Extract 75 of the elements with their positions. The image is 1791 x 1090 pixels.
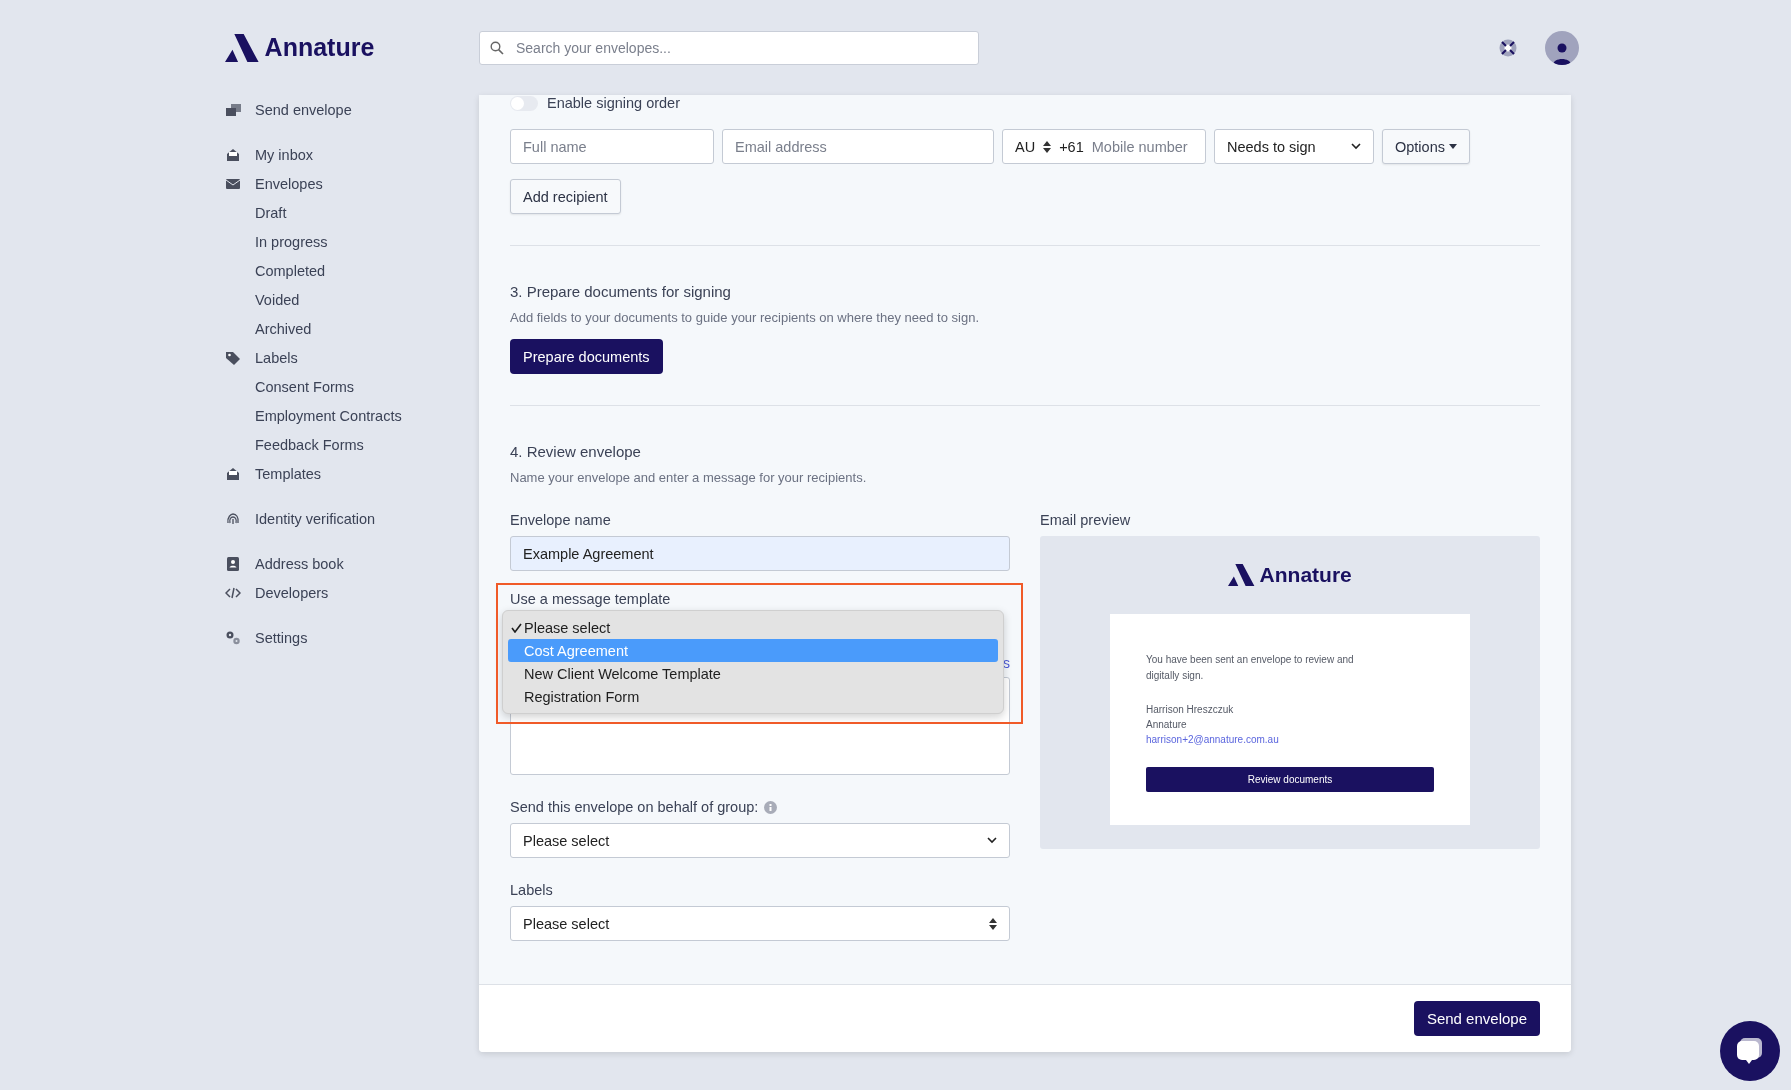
email-field[interactable]: Email address — [722, 129, 994, 164]
sidebar-subitem[interactable]: Draft — [255, 204, 287, 221]
logo-icon — [1228, 564, 1255, 586]
inbox-icon — [225, 465, 241, 482]
link-text[interactable]: s — [1003, 655, 1010, 671]
group-select[interactable]: Please select — [510, 823, 1010, 858]
section-title: 4. Review envelope — [510, 443, 642, 460]
sidebar-item[interactable]: Labels — [255, 349, 298, 366]
sender-organization: Annature — [1146, 718, 1187, 732]
send-envelope-button[interactable]: Send envelope — [1413, 1001, 1540, 1036]
role-select[interactable]: Needs to sign — [1214, 129, 1374, 164]
sidebar-item[interactable]: Envelopes — [255, 175, 323, 192]
inbox-icon — [225, 146, 241, 163]
section-title: 3. Prepare documents for signing — [510, 283, 732, 300]
info-icon — [764, 800, 778, 814]
fingerprint-icon — [225, 510, 241, 527]
field-label: Labels — [510, 882, 553, 898]
field-label: Envelope name — [510, 512, 611, 528]
lifebuoy-icon[interactable] — [1499, 38, 1517, 57]
field-label: Email preview — [1040, 512, 1131, 528]
chevron-down-icon — [987, 837, 997, 844]
sort-arrows-icon — [1043, 140, 1052, 153]
sidebar-subitem[interactable]: Feedback Forms — [255, 436, 364, 453]
mobile-number-input[interactable]: Mobile number — [1091, 138, 1192, 155]
logo-icon — [225, 33, 259, 62]
avatar[interactable] — [1545, 30, 1579, 65]
full-name-field[interactable]: Full name — [510, 129, 714, 164]
sort-arrows-icon — [989, 917, 997, 930]
checkmark-icon — [510, 622, 522, 633]
sidebar-item[interactable]: Send envelope — [255, 101, 352, 118]
brand-name: Annature — [1259, 563, 1352, 587]
sidebar-item[interactable]: Developers — [255, 584, 329, 601]
sidebar-subitem[interactable]: Consent Forms — [255, 378, 355, 395]
dropdown-option[interactable]: Registration Form — [508, 685, 998, 708]
sidebar-subitem[interactable]: Voided — [255, 291, 300, 308]
tag-icon — [225, 349, 241, 366]
sidebar-item[interactable]: Identity verification — [255, 510, 376, 527]
country-code[interactable]: AU — [1015, 138, 1036, 155]
gears-icon — [225, 629, 241, 646]
sidebar-subitem[interactable]: Archived — [255, 320, 312, 337]
options-button[interactable]: Options — [1382, 129, 1470, 164]
sidebar-item[interactable]: My inbox — [255, 146, 314, 163]
section-description: Add fields to your documents to guide your recipients on where they need to sign. — [510, 310, 980, 325]
add-recipient-button[interactable]: Add recipient — [510, 179, 621, 214]
book-icon — [225, 555, 241, 572]
send-icon — [225, 101, 241, 118]
sidebar-subitem[interactable]: Completed — [255, 262, 326, 279]
caret-icon — [1449, 144, 1457, 149]
email-message: You have been sent an envelope to review and digitally sign. — [1146, 653, 1355, 683]
review-documents-button[interactable]: Review documents — [1146, 767, 1434, 792]
labels-select[interactable]: Please select — [510, 906, 1010, 941]
dropdown-option[interactable]: New Client Welcome Template — [508, 662, 998, 685]
sender-email-link[interactable]: harrison+2@annature.com.au — [1146, 732, 1279, 747]
field-label: Use a message template — [510, 591, 671, 607]
sidebar-item[interactable]: Settings — [255, 629, 308, 646]
toggle-switch[interactable] — [510, 95, 538, 111]
field-label: Send this envelope on behalf of group: — [510, 799, 759, 815]
sidebar-item[interactable]: Templates — [255, 465, 322, 482]
sidebar-subitem[interactable]: Employment Contracts — [255, 407, 402, 424]
phone-field[interactable]: AU +61 Mobile number — [1002, 129, 1206, 164]
envelope-name-field[interactable]: Example Agreement — [510, 536, 1010, 571]
dial-code: +61 — [1059, 138, 1084, 155]
sender-name: Harrison Hreszczuk — [1146, 703, 1234, 717]
sidebar-subitem[interactable]: In progress — [255, 233, 328, 250]
chat-button[interactable] — [1720, 1021, 1780, 1081]
chevron-down-icon — [1351, 143, 1361, 150]
person-icon — [1552, 41, 1572, 65]
chat-bubble-icon — [1735, 1036, 1765, 1066]
sidebar-item[interactable]: Address book — [255, 555, 344, 572]
dropdown-option[interactable]: Please select — [508, 616, 998, 639]
prepare-documents-button[interactable]: Prepare documents — [510, 339, 663, 374]
section-description: Name your envelope and enter a message for your recipients. — [510, 470, 868, 485]
brand-name: Annature — [264, 33, 375, 62]
toggle-label: Enable signing order — [547, 95, 680, 111]
search-field[interactable]: Search your envelopes... — [479, 30, 979, 65]
